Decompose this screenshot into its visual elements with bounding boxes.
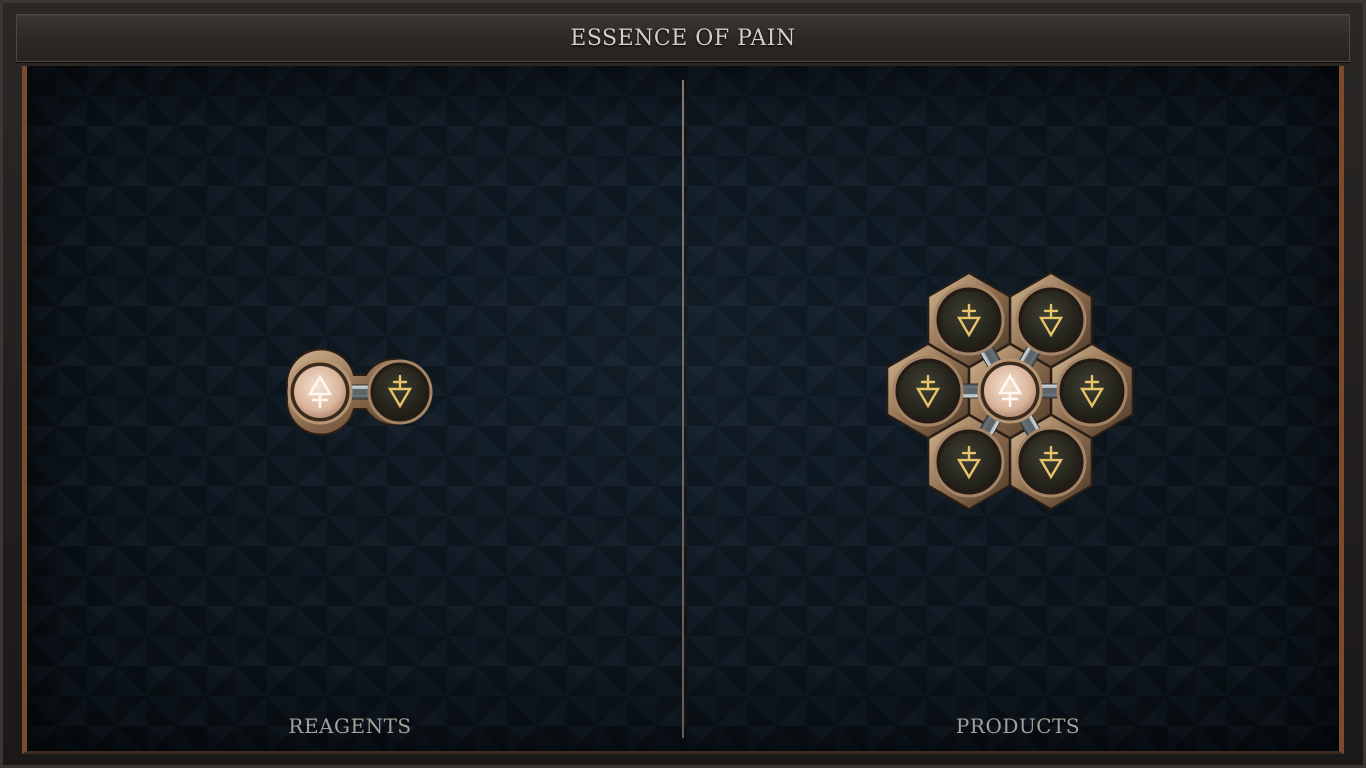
- fire-atom[interactable]: [892, 355, 964, 427]
- panel-divider: [682, 80, 684, 738]
- title-bar: ESSENCE OF PAIN: [16, 14, 1350, 62]
- salt-atom[interactable]: [977, 358, 1043, 424]
- fire-atom[interactable]: [1056, 355, 1128, 427]
- fire-atom[interactable]: [1015, 426, 1087, 498]
- product-molecule[interactable]: [880, 268, 1140, 514]
- page-title: ESSENCE OF PAIN: [570, 25, 796, 51]
- fire-atom[interactable]: [367, 359, 433, 425]
- reagent-molecule[interactable]: [270, 345, 450, 440]
- fire-atom[interactable]: [1015, 284, 1087, 356]
- products-label: PRODUCTS: [955, 714, 1081, 738]
- fire-atom[interactable]: [933, 284, 1005, 356]
- salt-atom[interactable]: [287, 359, 353, 425]
- reagents-label: REAGENTS: [288, 714, 412, 738]
- fire-atom[interactable]: [933, 426, 1005, 498]
